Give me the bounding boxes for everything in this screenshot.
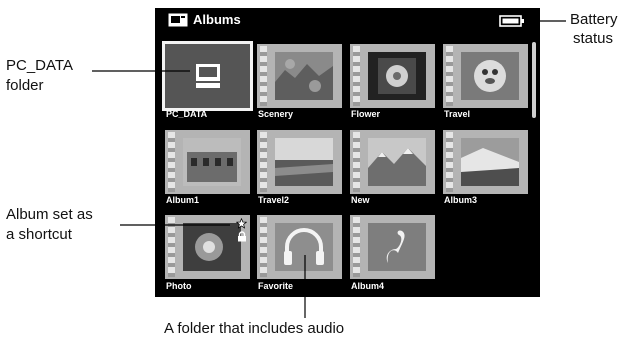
album-tile-scenery[interactable] xyxy=(257,44,342,108)
album-tile-photo[interactable] xyxy=(165,215,250,279)
callout-pcdata-label: PC_DATA xyxy=(6,57,73,74)
mountain-thumbnail xyxy=(368,138,426,186)
callout-audio-label: A folder that includes audio xyxy=(164,320,345,337)
building-thumbnail xyxy=(183,138,241,186)
film-strip xyxy=(168,217,175,277)
album-tile-new[interactable] xyxy=(350,130,435,194)
callout-pcdata-label: folder xyxy=(6,77,44,94)
callout-battery-label: status xyxy=(573,30,614,47)
album-screen: Albums PC_DATA Scenery Flower Travel Alb… xyxy=(155,8,540,297)
film-strip xyxy=(260,132,267,192)
album-tile-favorite[interactable] xyxy=(257,215,342,279)
album-label: Photo xyxy=(166,281,192,291)
album-label: Album3 xyxy=(444,195,478,205)
scenery-thumbnail xyxy=(275,52,333,100)
album-grid: PC_DATA Scenery Flower Travel Album1 Tra… xyxy=(155,8,540,297)
album-label: Favorite xyxy=(258,281,294,291)
album-label: Album4 xyxy=(351,281,385,291)
album-label: Flower xyxy=(351,109,381,119)
headphones-icon xyxy=(275,223,333,271)
album-tile-flower[interactable] xyxy=(350,44,435,108)
lock-icon xyxy=(238,231,246,242)
album-label: Travel2 xyxy=(258,195,290,205)
album-tile-album3[interactable] xyxy=(443,130,528,194)
album-label: Travel xyxy=(444,109,471,119)
album-tile-travel2[interactable] xyxy=(257,130,342,194)
swan-thumbnail xyxy=(368,223,426,271)
callout-shortcut-label: a shortcut xyxy=(6,226,72,243)
album-tile-album1[interactable] xyxy=(165,130,250,194)
computer-icon xyxy=(196,64,220,88)
film-strip xyxy=(353,217,360,277)
film-strip xyxy=(446,132,453,192)
film-strip xyxy=(353,132,360,192)
film-strip xyxy=(260,46,267,106)
album-tile-pc-data[interactable] xyxy=(162,41,253,111)
film-strip xyxy=(446,46,453,106)
flower-thumbnail xyxy=(183,223,241,271)
travel-thumbnail xyxy=(461,52,519,100)
callout-battery-label: Battery xyxy=(570,11,618,28)
album-label: Scenery xyxy=(258,109,294,119)
album-tile-travel[interactable] xyxy=(443,44,528,108)
album-tile-album4[interactable] xyxy=(350,215,435,279)
film-strip xyxy=(168,132,175,192)
album-label: PC_DATA xyxy=(166,109,208,119)
callout-shortcut-label: Album set as xyxy=(6,206,93,223)
star-shortcut-icon xyxy=(236,218,247,229)
coast-thumbnail xyxy=(461,138,519,186)
landscape-thumbnail xyxy=(275,138,333,186)
film-strip xyxy=(260,217,267,277)
flower-thumbnail xyxy=(368,52,426,100)
album-label: New xyxy=(351,195,370,205)
film-strip xyxy=(353,46,360,106)
album-label: Album1 xyxy=(166,195,200,205)
